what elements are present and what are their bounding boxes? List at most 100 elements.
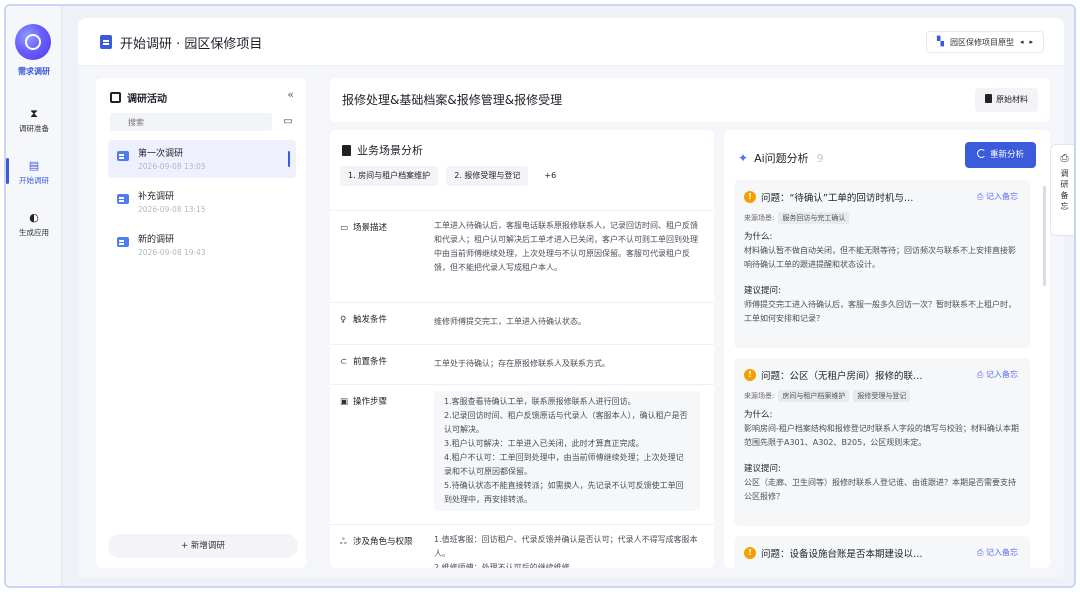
app-logo[interactable] <box>15 24 51 60</box>
raw-material-label: 原始材料 <box>996 95 1028 104</box>
ai-title: Ai问题分析 <box>754 152 809 165</box>
app-generate-icon: ◐ <box>29 211 39 224</box>
content-title: 报修处理&基础档案&报修管理&报修受理 <box>342 93 563 107</box>
nav-item-generate[interactable]: ◐ 生成应用 <box>6 212 62 238</box>
logo-ring-icon <box>25 34 41 50</box>
reanalyze-button[interactable]: 重新分析 <box>964 142 1036 168</box>
left-nav: 需求调研 ⧗ 调研准备 ▤ 开始调研 ◐ 生成应用 <box>6 6 62 586</box>
section-trigger: ♀ 触发条件 维修师傅提交完工，工单进入待确认状态。 <box>330 302 714 344</box>
document-icon <box>985 94 992 103</box>
session-name: 补充调研 <box>138 192 175 202</box>
prev-arrow-icon[interactable]: ◂ <box>1020 38 1024 46</box>
activity-title: 调研活动 <box>127 94 167 105</box>
collapse-icon[interactable]: « <box>287 88 294 101</box>
session-active-indicator <box>288 151 290 167</box>
activity-icon <box>110 92 121 103</box>
why-text: 影响房间-租户档案结构和报修登记时联系人字段的填写与校验；材料确认本期范围先限于… <box>744 424 1019 447</box>
section-steps: ▣ 操作步骤 1.客服查看待确认工单，联系原报修联系人进行回访。 2.记录回访时间… <box>330 384 714 524</box>
suggest-text: 公区（走廊、卫生间等）报修时联系人登记谁、由谁跟进？本期是否需要支持公区报修？ <box>744 478 1016 501</box>
session-icon <box>117 237 129 247</box>
search-input[interactable] <box>110 113 272 131</box>
source-tag: 服务回访与完工确认 <box>778 212 850 224</box>
nav-item-label: 生成应用 <box>19 228 49 237</box>
session-time: 2026-09-08 13:05 <box>138 162 206 171</box>
link-icon: ⊂ <box>340 357 348 367</box>
scenario-tab[interactable]: 2. 报修受理与登记 <box>446 166 529 186</box>
bulb-icon: ♀ <box>340 315 347 325</box>
logo-label: 需求调研 <box>18 67 50 76</box>
nav-item-prepare[interactable]: ⧗ 调研准备 <box>6 108 62 134</box>
suggest-text: 师傅提交完工进入待确认后，客服一般多久回访一次？暂时联系不上租户时，工单如何安排… <box>744 300 1016 323</box>
warning-icon: ! <box>744 547 756 559</box>
question-title: ! 问题：公区（无租户房间）报修的联… <box>744 368 944 382</box>
clipboard-icon: ▤ <box>28 159 40 172</box>
prototype-icon: ▚ <box>937 37 944 47</box>
section-text: 1.客服查看待确认工单，联系原报修联系人进行回访。 2.记录回访时间、租户反馈原… <box>434 391 700 511</box>
memo-side-tab[interactable]: ⎙ 调研备忘 <box>1050 144 1074 236</box>
scenario-tabs: 1. 房间与租户档案维护 2. 报修受理与登记 +6 <box>340 166 564 186</box>
sparkle-icon: ✦ <box>738 151 749 165</box>
section-precondition: ⊂ 前置条件 工单处于待确认；存在原报修联系人及联系方式。 <box>330 344 714 384</box>
warning-icon: ! <box>744 191 756 203</box>
session-item-1[interactable]: 第一次调研 2026-09-08 13:05 <box>108 140 296 178</box>
steps-icon: ▣ <box>340 397 349 407</box>
question-source: 来源场景: 服务回访与完工确认 <box>744 212 850 224</box>
more-tabs-badge[interactable]: +6 <box>536 166 564 186</box>
nav-item-start[interactable]: ▤ 开始调研 <box>6 160 62 186</box>
session-icon <box>117 194 129 204</box>
prototype-switcher[interactable]: ▚ 园区保修项目原型 ◂ ▸ <box>926 31 1044 53</box>
section-text: 工单进入待确认后，客服电话联系原报修联系人，记录回访时间、租户反馈和代录人；租户… <box>434 221 698 272</box>
section-label: ▭ 场景描述 <box>340 223 388 233</box>
scrollbar-thumb[interactable] <box>1043 186 1046 286</box>
session-name: 新的调研 <box>138 235 175 245</box>
section-text: 工单处于待确认；存在原报修联系人及联系方式。 <box>434 359 610 368</box>
memo-icon: ⎙ <box>1060 153 1069 164</box>
activity-header: 调研活动 <box>110 90 167 105</box>
session-item-2[interactable]: 补充调研 2026-09-08 13:15 <box>108 183 296 221</box>
question-card-2: ! 问题：公区（无租户房间）报修的联… ⎙ 记入备忘 来源场景: 房间与租户档案维护… <box>734 358 1030 526</box>
session-item-3[interactable]: 新的调研 2026-09-08 19:43 <box>108 226 296 264</box>
next-arrow-icon[interactable]: ▸ <box>1029 38 1033 46</box>
refresh-icon <box>976 149 986 158</box>
section-text: 维修师傅提交完工，工单进入待确认状态。 <box>434 317 586 326</box>
page-title: 开始调研 · 园区保修项目 <box>120 37 263 52</box>
raw-material-button[interactable]: 原始材料 <box>975 88 1038 112</box>
users-icon: ஃ <box>340 537 347 547</box>
chat-icon: ▭ <box>340 223 349 233</box>
hourglass-icon: ⧗ <box>30 107 38 120</box>
add-memo-button[interactable]: ⎙ 记入备忘 <box>977 547 1018 558</box>
warning-icon: ! <box>744 369 756 381</box>
scenario-header: 业务场景分析 <box>342 142 423 158</box>
clipboard-icon <box>100 35 112 49</box>
section-roles: ஃ 涉及角色与权限 1.值班客服：回访租户、代录反馈并确认是否认可；代录人不得写成… <box>330 524 714 568</box>
section-text: 1.值班客服：回访租户、代录反馈并确认是否认可；代录人不得写成客服本人。 2.维… <box>434 535 698 568</box>
add-session-button[interactable]: + 新增调研 <box>108 534 298 558</box>
nav-item-label: 开始调研 <box>19 176 49 185</box>
source-tag: 房间与租户档案维护 <box>778 390 850 402</box>
add-memo-button[interactable]: ⎙ 记入备忘 <box>977 191 1018 202</box>
folder-icon[interactable]: ▭ <box>280 113 296 131</box>
suggest-label: 建议提问: <box>744 286 781 296</box>
why-label: 为什么: <box>744 232 773 242</box>
why-label: 为什么: <box>744 410 773 420</box>
scenario-panel: 业务场景分析 1. 房间与租户档案维护 2. 报修受理与登记 +6 ▭ 场景描述 … <box>330 130 714 568</box>
top-bar: 开始调研 · 园区保修项目 ▚ 园区保修项目原型 ◂ ▸ <box>78 18 1064 66</box>
ai-analysis-panel: ✦ Ai问题分析 9 重新分析 ! 问题：“待确认”工单的回访时机与… ⎙ 记入备… <box>724 130 1050 568</box>
content-header: 报修处理&基础档案&报修管理&报修受理 原始材料 <box>330 78 1050 122</box>
section-label: ⊂ 前置条件 <box>340 357 388 367</box>
ai-header: ✦ Ai问题分析 9 <box>738 150 824 166</box>
question-source: 来源场景: 房间与租户档案维护 报修受理与登记 <box>744 390 911 402</box>
activity-panel: 调研活动 « ⌕ ▭ 第一次调研 2026-09-08 13:05 补充调研 2… <box>96 78 306 568</box>
question-card-3: ! 问题：设备设施台账是否本期建设以… ⎙ 记入备忘 <box>734 536 1030 568</box>
add-memo-button[interactable]: ⎙ 记入备忘 <box>977 369 1018 380</box>
section-description: ▭ 场景描述 工单进入待确认后，客服电话联系原报修联系人，记录回访时间、租户反馈和… <box>330 210 714 302</box>
scenario-tab[interactable]: 1. 房间与租户档案维护 <box>340 166 439 186</box>
session-time: 2026-09-08 19:43 <box>138 248 206 257</box>
section-label: ஃ 涉及角色与权限 <box>340 537 413 547</box>
suggest-label: 建议提问: <box>744 464 781 474</box>
section-label: ♀ 触发条件 <box>340 315 388 325</box>
source-tag: 报修受理与登记 <box>853 390 911 402</box>
prototype-label: 园区保修项目原型 <box>949 37 1014 47</box>
question-card-1: ! 问题：“待确认”工单的回访时机与… ⎙ 记入备忘 来源场景: 服务回访与完工确认… <box>734 180 1030 348</box>
why-text: 材料确认暂不做自动关闭，但不能无限等待；回访频次与联系不上安排直接影响待确认工单… <box>744 246 1016 269</box>
